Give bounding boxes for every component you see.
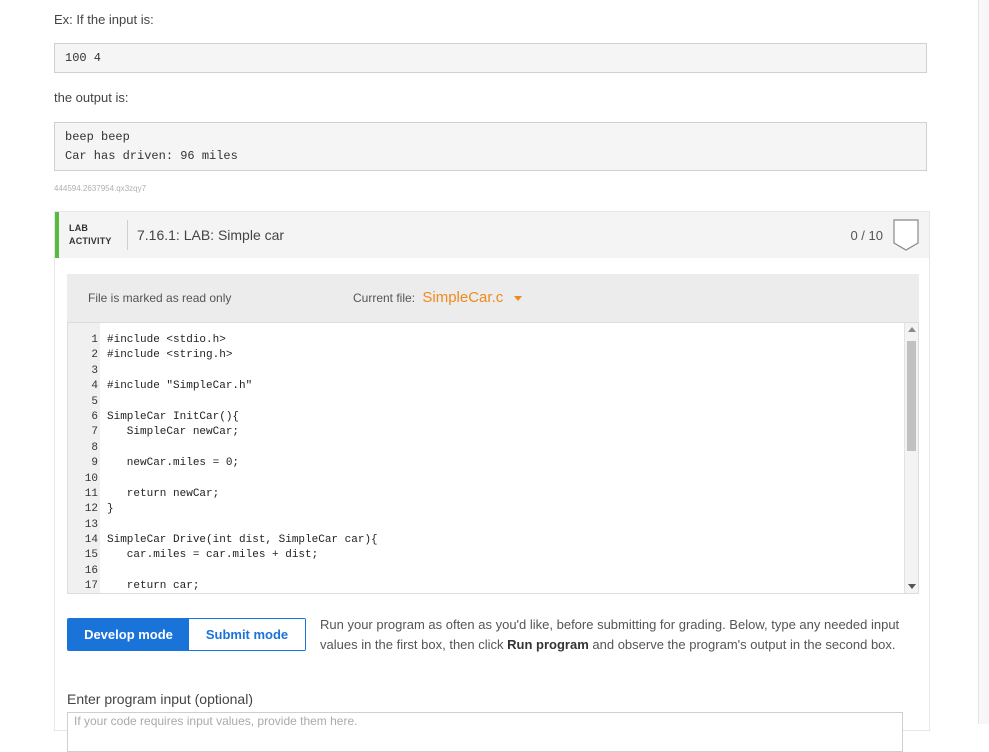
code-line: 9 newCar.miles = 0; [68,456,904,471]
line-number: 15 [84,549,98,562]
develop-mode-button[interactable]: Develop mode [68,619,189,650]
page: Ex: If the input is: 100 4 the output is… [0,0,989,752]
program-input-field[interactable]: If your code requires input values, prov… [67,712,903,752]
scroll-up-icon[interactable] [908,327,916,332]
score: 0 / 10 [850,228,883,243]
code-scrollbar[interactable] [904,323,918,593]
instructions-run-program: Run program [507,637,589,652]
code-line: 2 #include <string.h> [68,348,904,363]
line-number: 5 [91,395,98,408]
line-number: 6 [91,410,98,423]
line-number: 13 [84,518,98,531]
code-text: SimpleCar Drive(int dist, SimpleCar car)… [107,534,378,547]
code-text: #include <stdio.h> [107,334,226,346]
readonly-label: File is marked as read only [88,291,232,305]
lab-header: LAB ACTIVITY 7.16.1: LAB: Simple car 0 /… [55,212,929,258]
code-line: 5 [68,395,904,410]
activity-id: 444594.2637954.qx3zqy7 [54,184,147,193]
run-instructions: Run your program as often as you'd like,… [320,615,920,655]
line-number: 8 [91,441,98,454]
line-number: 3 [91,364,98,377]
instructions-text: and observe the program's output in the … [588,637,896,652]
code-line: 11 return newCar; [68,487,904,502]
current-file-name[interactable]: SimpleCar.c [422,289,503,306]
lab-label-line: LAB [69,223,89,233]
code-line: 8 [68,441,904,456]
code-line: 1 #include <stdio.h> [68,333,904,348]
example-input-intro: Ex: If the input is: [54,12,154,27]
line-number: 16 [84,564,98,577]
scroll-down-icon[interactable] [908,584,916,589]
example-input-box: 100 4 [54,43,927,73]
code-line: 12} [68,502,904,517]
line-number: 7 [91,426,98,439]
code-line: 17 return car; [68,579,904,593]
code-text: SimpleCar InitCar(){ [107,410,240,423]
code-text: car.miles = car.miles + dist; [107,549,319,562]
code-line: 7 SimpleCar newCar; [68,425,904,440]
program-input-label: Enter program input (optional) [67,691,253,707]
mode-toggle: Develop mode Submit mode [67,618,306,651]
current-file-selector[interactable]: Current file: SimpleCar.c [353,289,522,306]
line-number: 9 [91,457,98,470]
lab-activity-label: LAB ACTIVITY [69,222,112,248]
output-line: beep beep [65,130,130,144]
scroll-thumb[interactable] [907,341,916,451]
page-scroll-edge[interactable] [978,0,989,724]
code-line: 10 [68,472,904,487]
lab-label-line: ACTIVITY [69,236,112,246]
code-line: 4 #include "SimpleCar.h" [68,379,904,394]
lab-divider [127,220,128,250]
code-line: 14 SimpleCar Drive(int dist, SimpleCar ca… [68,533,904,548]
example-output-box: beep beep Car has driven: 96 miles [54,122,927,171]
code-lines: 1 #include <stdio.h> 2 #include <string.h> 3… [68,333,904,593]
code-line: 13 [68,518,904,533]
line-number: 4 [91,380,98,393]
submit-mode-button[interactable]: Submit mode [189,619,305,650]
line-number: 12 [84,503,98,516]
score-shield-icon [893,219,919,251]
lab-activity-card: LAB ACTIVITY 7.16.1: LAB: Simple car 0 /… [54,211,930,752]
line-number: 17 [84,580,98,593]
example-output-intro: the output is: [54,90,129,105]
code-text: return car; [107,580,200,593]
line-number: 2 [91,349,98,362]
code-text: newCar.miles = 0; [107,457,240,470]
chevron-down-icon[interactable] [513,296,522,302]
output-line: Car has driven: 96 miles [65,149,238,163]
line-number: 11 [84,487,98,500]
code-editor[interactable]: 1 #include <stdio.h> 2 #include <string.h> 3… [67,322,919,594]
code-text: #include "SimpleCar.h" [107,380,253,393]
code-text: SimpleCar newCar; [107,426,240,439]
current-file-label: Current file: [353,291,416,305]
line-number: 1 [91,334,98,346]
code-text: #include <string.h> [107,349,233,362]
line-number: 10 [84,472,98,485]
code-text: return newCar; [107,487,220,500]
lab-title: 7.16.1: LAB: Simple car [137,227,285,243]
code-line: 15 car.miles = car.miles + dist; [68,548,904,563]
editor-panel: File is marked as read only Current file… [67,274,919,594]
code-text: } [107,503,114,516]
line-number: 14 [84,534,98,547]
code-line: 3 [68,364,904,379]
code-line: 16 [68,564,904,579]
code-line: 6 SimpleCar InitCar(){ [68,410,904,425]
